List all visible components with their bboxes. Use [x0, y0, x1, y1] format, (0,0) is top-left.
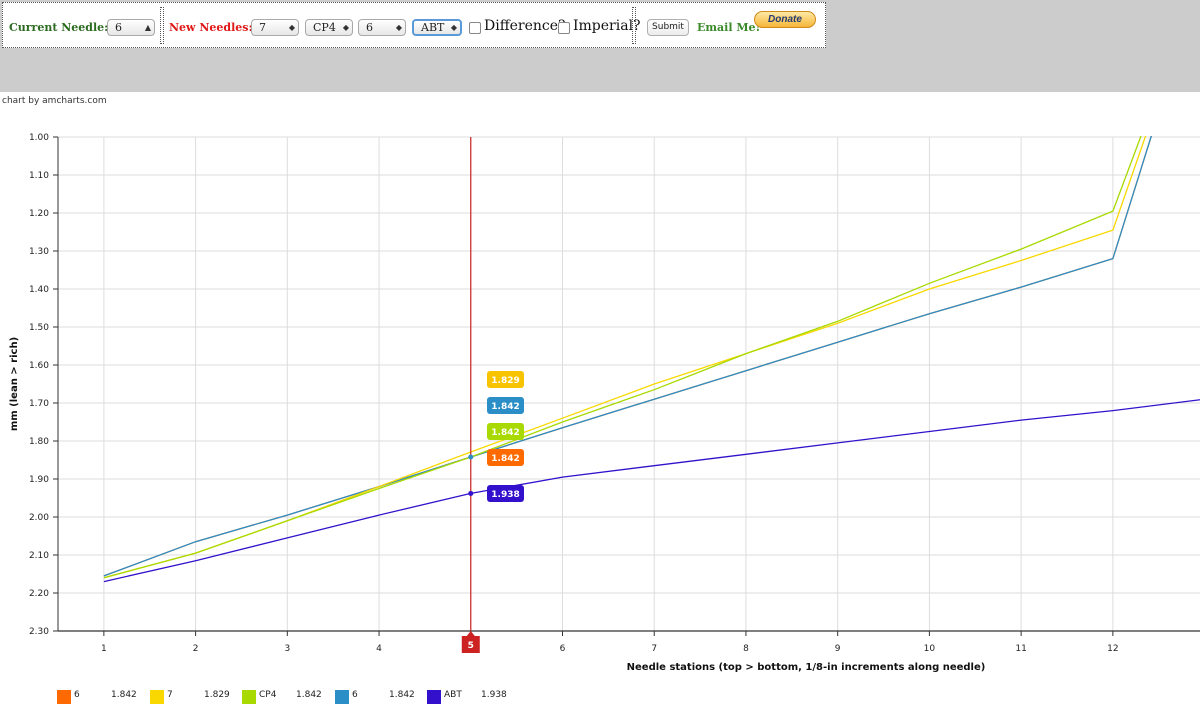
- chart-grid: [58, 136, 1200, 632]
- y-tick-label: 1.20: [29, 209, 49, 219]
- legend-swatch[interactable]: [335, 690, 349, 704]
- y-tick-label: 1.30: [29, 247, 49, 257]
- x-tick-label: 3: [284, 644, 290, 654]
- x-tick-label: 9: [835, 644, 841, 654]
- y-tick-label: 1.10: [29, 171, 49, 181]
- x-tick-label: 12: [1107, 644, 1118, 654]
- series-line-abt: [103, 399, 1200, 583]
- x-tick-label: 11: [1015, 644, 1026, 654]
- legend-series-value: 1.842: [111, 690, 137, 700]
- y-axis-title: mm (lean > rich): [9, 337, 20, 431]
- legend-swatch[interactable]: [427, 690, 441, 704]
- legend-series-name[interactable]: CP4: [259, 690, 276, 700]
- x-tick-label: 10: [924, 644, 936, 654]
- x-tick-label: 1: [101, 644, 107, 654]
- y-tick-label: 2.20: [29, 589, 49, 599]
- legend-series-value: 1.842: [389, 690, 415, 700]
- legend-swatch[interactable]: [150, 690, 164, 704]
- x-tick-label: 8: [743, 644, 749, 654]
- x-tick-label: 2: [193, 644, 199, 654]
- chart-series: [103, 136, 1200, 583]
- y-tick-label: 2.30: [29, 627, 49, 637]
- series-line-6: [103, 136, 1153, 577]
- x-tick-label: 6: [560, 644, 566, 654]
- y-axis: 1.00 1.10 1.20 1.30 1.40 1.50 1.60 1.70 1.80 1.90…: [9, 133, 59, 637]
- value-balloon-label: 1.938: [491, 490, 519, 500]
- legend-series-name[interactable]: 6: [352, 690, 358, 700]
- x-tick-label: 7: [651, 644, 657, 654]
- chart-cursor[interactable]: 5: [461, 137, 480, 653]
- legend-series-name[interactable]: 7: [167, 690, 173, 700]
- value-balloons: 1.829 1.842 1.842 1.842 1.938: [487, 371, 524, 502]
- cursor-dot: [468, 490, 474, 496]
- y-tick-label: 1.50: [29, 323, 49, 333]
- y-tick-label: 2.10: [29, 551, 49, 561]
- chart-legend: 6 1.842 7 1.829 CP4 1.842 6 1.842 ABT 1.938: [0, 688, 1200, 708]
- legend-series-name[interactable]: 6: [74, 690, 80, 700]
- y-tick-label: 2.00: [29, 513, 49, 523]
- y-tick-label: 1.90: [29, 475, 49, 485]
- legend-series-value: 1.938: [481, 690, 507, 700]
- legend-series-value: 1.842: [296, 690, 322, 700]
- cursor-label: 5: [468, 641, 474, 651]
- value-balloon-label: 1.842: [491, 454, 519, 464]
- y-tick-label: 1.60: [29, 361, 49, 371]
- legend-swatch[interactable]: [242, 690, 256, 704]
- cursor-label-pointer: [466, 631, 475, 636]
- y-tick-label: 1.70: [29, 399, 49, 409]
- x-axis-title: Needle stations (top > bottom, 1/8-in in…: [627, 662, 986, 673]
- x-tick-label: 4: [376, 644, 382, 654]
- cursor-dot: [468, 454, 474, 460]
- y-tick-label: 1.00: [29, 133, 49, 143]
- legend-series-value: 1.829: [204, 690, 230, 700]
- needle-chart: 1.00 1.10 1.20 1.30 1.40 1.50 1.60 1.70 1.80 1.90…: [9, 133, 1200, 673]
- series-line-6: [103, 136, 1153, 577]
- legend-swatch[interactable]: [57, 690, 71, 704]
- y-tick-label: 1.40: [29, 285, 49, 295]
- y-tick-label: 1.80: [29, 437, 49, 447]
- legend-series-name[interactable]: ABT: [444, 690, 462, 700]
- value-balloon-label: 1.842: [491, 402, 519, 412]
- value-balloon-label: 1.842: [491, 428, 519, 438]
- x-axis: 1 2 3 4 6 7 8 9 10 11 12Needle stations (top > bot…: [58, 630, 1200, 673]
- value-balloon-label: 1.829: [491, 376, 519, 386]
